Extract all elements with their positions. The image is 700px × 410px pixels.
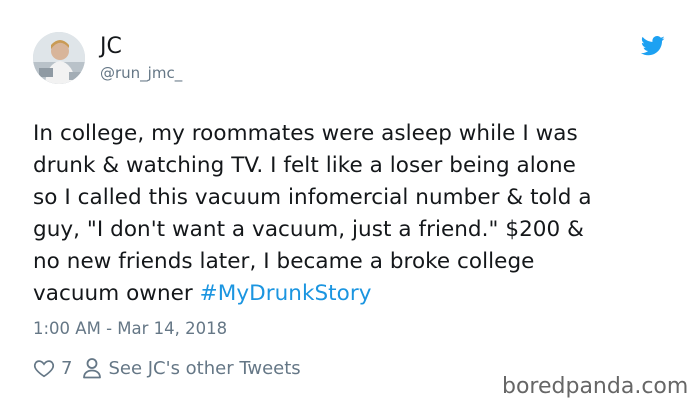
tweet-line: no new friends later, I became a broke c… <box>33 249 535 274</box>
tweet-line: so I called this vacuum infomercial numb… <box>33 185 592 210</box>
tweet-line-text: vacuum owner <box>33 281 200 306</box>
tweet-line: guy, "I don't want a vacuum, just a frie… <box>33 217 584 242</box>
profile-photo-icon <box>33 32 85 84</box>
watermark: boredpanda.com <box>502 374 689 399</box>
hashtag-link[interactable]: #MyDrunkStory <box>200 281 372 306</box>
avatar[interactable] <box>33 32 85 84</box>
user-handle[interactable]: @run_jmc_ <box>100 64 182 82</box>
heart-icon[interactable] <box>33 357 55 379</box>
tweet-line: drunk & watching TV. I felt like a loser… <box>33 153 576 178</box>
tweet-actions: 7 See JC's other Tweets <box>33 354 301 382</box>
twitter-bird-icon[interactable] <box>640 36 665 56</box>
person-icon[interactable] <box>82 357 102 379</box>
tweet-body: In college, my roommates were asleep whi… <box>33 118 673 310</box>
display-name[interactable]: JC <box>100 34 122 60</box>
tweet-card: JC @run_jmc_ In college, my roommates we… <box>0 0 700 410</box>
like-count: 7 <box>61 357 73 379</box>
tweet-line-last: vacuum owner #MyDrunkStory <box>33 278 673 310</box>
tweet-line: In college, my roommates were asleep whi… <box>33 121 578 146</box>
tweet-timestamp[interactable]: 1:00 AM - Mar 14, 2018 <box>33 318 227 340</box>
see-other-tweets-link[interactable]: See JC's other Tweets <box>108 358 300 379</box>
